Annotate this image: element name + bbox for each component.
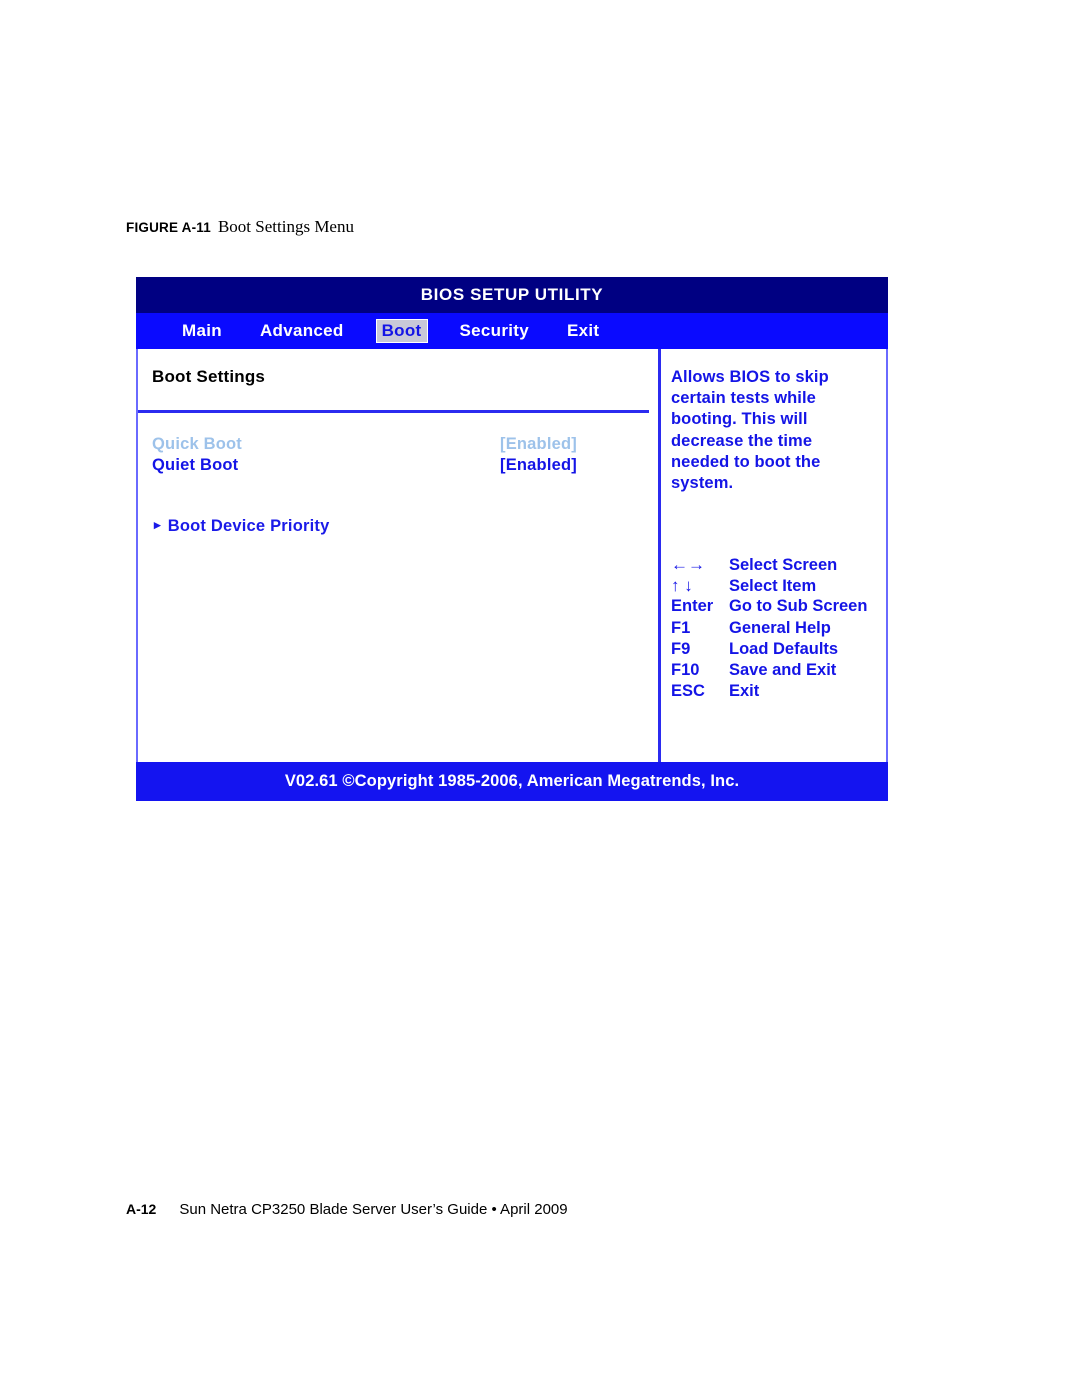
up-down-arrow-icon: ↑ ↓: [671, 576, 693, 596]
setting-row-quiet-boot[interactable]: Quiet Boot [Enabled]: [152, 455, 652, 476]
section-divider: [138, 410, 649, 413]
tab-advanced[interactable]: Advanced: [254, 319, 350, 343]
key-legend-desc: Save and Exit: [729, 660, 837, 679]
setting-label-quick-boot: Quick Boot: [152, 435, 243, 453]
bios-title-bar: BIOS SETUP UTILITY: [136, 277, 888, 313]
triangle-right-icon: ▸: [154, 517, 161, 532]
page-footer-text: Sun Netra CP3250 Blade Server User’s Gui…: [179, 1201, 568, 1218]
submenu-label: Boot Device Priority: [167, 517, 330, 535]
key-legend-row: F10 Save and Exit: [671, 661, 867, 682]
setting-row-quick-boot[interactable]: Quick Boot [Enabled]: [152, 434, 652, 455]
key-legend-desc: General Help: [729, 618, 831, 637]
key-legend-desc: Select Item: [729, 577, 817, 596]
key-legend-row: F1 General Help: [671, 619, 867, 640]
tab-exit[interactable]: Exit: [561, 319, 605, 343]
bios-title-text: BIOS SETUP UTILITY: [420, 285, 604, 304]
submenu-boot-device-priority[interactable]: ▸ Boot Device Priority: [154, 517, 329, 536]
tab-boot[interactable]: Boot: [375, 319, 428, 343]
setting-value-quick-boot[interactable]: [Enabled]: [500, 435, 577, 454]
setting-value-quiet-boot[interactable]: [Enabled]: [500, 456, 577, 475]
key-label-f10: F10: [671, 660, 700, 679]
bios-body: Boot Settings Quick Boot [Enabled] Quiet…: [136, 349, 888, 762]
page-title: Boot Settings: [152, 367, 266, 386]
key-legend-desc: Select Screen: [729, 556, 838, 574]
left-right-arrow-icon: ←→: [671, 555, 705, 574]
help-text: Allows BIOS to skip certain tests while …: [671, 368, 829, 493]
tab-main[interactable]: Main: [176, 319, 228, 343]
boot-settings-panel: Boot Settings Quick Boot [Enabled] Quiet…: [138, 349, 658, 762]
key-legend-row: F9 Load Defaults: [671, 640, 867, 661]
key-legend-desc: Load Defaults: [729, 639, 839, 658]
key-label-esc: ESC: [671, 682, 705, 701]
key-legend-row: Enter Go to Sub Screen: [671, 597, 867, 618]
key-legend-row: ESC Exit: [671, 682, 867, 703]
figure-caption: FIGURE A-11 Boot Settings Menu: [126, 217, 354, 237]
key-legend-row: ←→ Select Screen: [671, 555, 867, 576]
figure-label: FIGURE A-11: [126, 220, 211, 235]
key-legend-row: ↑ ↓ Select Item: [671, 576, 867, 597]
tab-security[interactable]: Security: [454, 319, 536, 343]
key-legend: ←→ Select Screen ↑ ↓ Select Item Enter G…: [671, 555, 867, 703]
key-label-enter: Enter: [671, 597, 714, 616]
key-label-f9: F9: [671, 639, 691, 658]
key-legend-desc: Go to Sub Screen: [729, 597, 868, 616]
page-footer: A-12 Sun Netra CP3250 Blade Server User’s…: [126, 1201, 568, 1218]
key-legend-desc: Exit: [729, 682, 760, 701]
help-panel: Allows BIOS to skip certain tests while …: [658, 349, 886, 762]
copyright-text: V02.61 ©Copyright 1985-2006, American Me…: [284, 772, 740, 790]
bios-setup-window: BIOS SETUP UTILITY Main Advanced Boot Se…: [136, 277, 888, 801]
key-label-f1: F1: [671, 618, 691, 637]
bios-footer-bar: V02.61 ©Copyright 1985-2006, American Me…: [136, 762, 888, 801]
page-number: A-12: [126, 1201, 157, 1217]
figure-title: Boot Settings Menu: [217, 217, 354, 236]
bios-menu-bar[interactable]: Main Advanced Boot Security Exit: [136, 313, 888, 349]
setting-label-quiet-boot: Quiet Boot: [152, 456, 239, 474]
settings-list: Quick Boot [Enabled] Quiet Boot [Enabled…: [152, 434, 652, 476]
